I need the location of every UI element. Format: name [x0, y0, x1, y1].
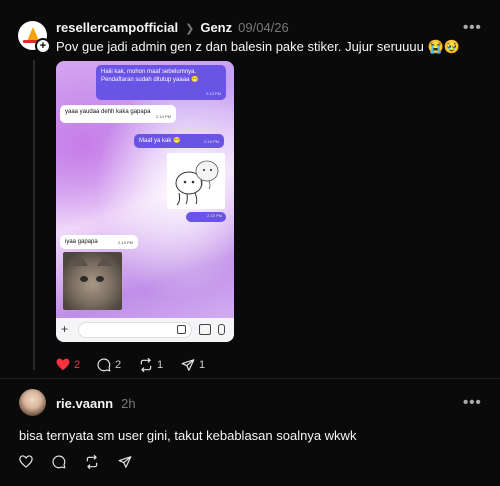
reply-like-button[interactable]: [19, 455, 37, 468]
comment-count: 2: [115, 359, 122, 371]
reply-comment-button[interactable]: [52, 455, 70, 469]
post-topic[interactable]: Genz: [200, 20, 232, 35]
like-count: 2: [74, 358, 81, 371]
share-count: 1: [199, 359, 206, 371]
comment-bubble-icon: [97, 358, 111, 372]
like-button[interactable]: 2: [56, 358, 80, 371]
more-options-icon[interactable]: •••: [463, 394, 482, 411]
chevron-right-icon: ❯: [185, 23, 195, 35]
heart-icon: [19, 455, 33, 468]
reply-repost-button[interactable]: [85, 455, 103, 469]
message-field: [78, 322, 192, 338]
send-icon: [118, 456, 132, 468]
sticker-time-badge: 2.15 PM: [186, 212, 226, 222]
sticker-image: [167, 153, 225, 209]
chat-message: Maaf ya kak 😁: [139, 138, 181, 144]
send-icon: [181, 359, 195, 371]
reply-text: bisa ternyata sm user gini, takut kebabl…: [19, 428, 357, 443]
post-text: Pov gue jadi admin gen z dan balesin pak…: [56, 39, 460, 54]
reply-avatar[interactable]: [19, 389, 46, 416]
post-username[interactable]: resellercampofficial: [56, 20, 178, 35]
chat-timestamp: 2.14 PM: [156, 114, 171, 119]
post-header: resellercampofficial ❯ Genz 09/04/26: [56, 20, 289, 35]
camera-icon: [199, 324, 211, 335]
more-options-icon[interactable]: •••: [463, 19, 482, 36]
follow-plus-icon[interactable]: +: [35, 38, 51, 54]
chat-timestamp: 2.15 PM: [118, 240, 133, 245]
reply-username[interactable]: rie.vaann: [56, 396, 113, 411]
ghost-sticker-icon: [175, 160, 219, 206]
chat-input-bar: +: [56, 318, 234, 342]
chat-timestamp: 2.15 PM: [204, 139, 219, 144]
chat-timestamp: 2.15 PM: [207, 213, 222, 218]
share-button[interactable]: 1: [181, 358, 205, 372]
repost-icon: [140, 358, 152, 372]
chat-bubble-incoming: iyaa gapapa 2.15 PM: [60, 235, 138, 249]
cat-photo: [63, 252, 122, 310]
chat-message: Haiii kak, mohon maaf sebelumnya. Pendaf…: [101, 69, 199, 83]
heart-filled-icon: [56, 358, 70, 371]
chat-timestamp: 2.13 PM: [206, 91, 221, 96]
mic-icon: [218, 324, 225, 335]
chat-bubble-incoming: yaaa yaudaa dehh kaka gapapa 2.14 PM: [60, 105, 176, 123]
chat-bubble-outgoing: Maaf ya kak 😁 2.15 PM: [134, 134, 224, 148]
reply-time: 2h: [121, 396, 136, 411]
chat-message: iyaa gapapa: [65, 239, 98, 245]
plus-icon: +: [61, 322, 69, 336]
comment-button[interactable]: 2: [97, 358, 121, 372]
repost-icon: [86, 455, 98, 469]
chat-message: yaaa yaudaa dehh kaka gapapa: [65, 109, 151, 115]
reply-share-button[interactable]: [118, 455, 136, 469]
repost-button[interactable]: 1: [139, 358, 163, 372]
post-date: 09/04/26: [238, 20, 289, 35]
comment-bubble-icon: [52, 455, 66, 469]
reply-header: rie.vaann 2h: [56, 396, 136, 411]
chat-bubble-outgoing: Haiii kak, mohon maaf sebelumnya. Pendaf…: [96, 65, 226, 100]
divider: [0, 378, 500, 379]
post-image[interactable]: Haiii kak, mohon maaf sebelumnya. Pendaf…: [56, 61, 234, 342]
sticker-icon: [177, 325, 186, 334]
thread-line: [33, 60, 35, 370]
repost-count: 1: [157, 359, 164, 371]
